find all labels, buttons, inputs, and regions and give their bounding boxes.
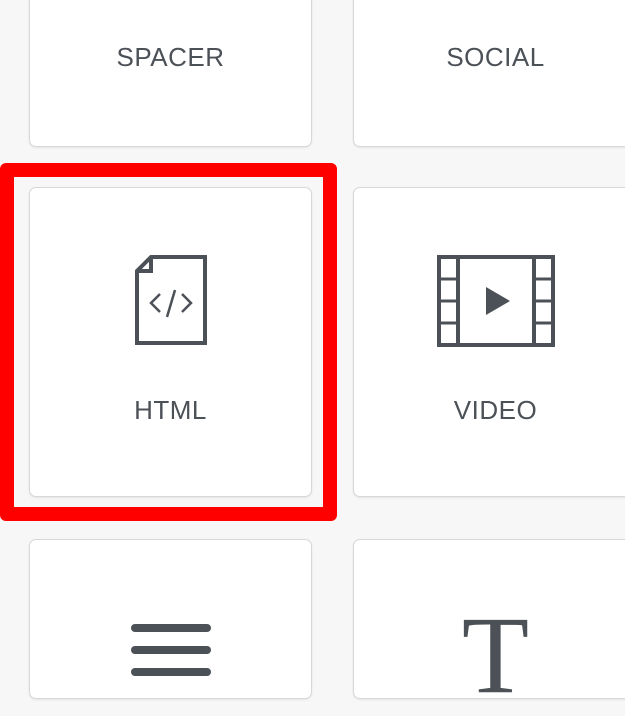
divider-tile[interactable] <box>29 539 312 699</box>
video-film-icon <box>354 255 625 347</box>
html-tile-label: HTML <box>134 395 207 425</box>
text-T-icon: T <box>354 600 625 710</box>
text-T-glyph: T <box>461 594 530 716</box>
social-tile-label: SOCIAL <box>446 42 545 72</box>
divider-lines-icon <box>30 622 311 682</box>
html-file-icon <box>30 254 311 346</box>
spacer-tile[interactable]: SPACER <box>29 0 312 147</box>
html-tile[interactable]: HTML <box>29 187 312 497</box>
spacer-tile-label: SPACER <box>116 42 225 72</box>
text-tile[interactable]: T <box>353 539 625 710</box>
video-tile[interactable]: VIDEO <box>353 187 625 497</box>
video-tile-label: VIDEO <box>453 395 538 425</box>
social-tile[interactable]: SOCIAL <box>353 0 625 147</box>
